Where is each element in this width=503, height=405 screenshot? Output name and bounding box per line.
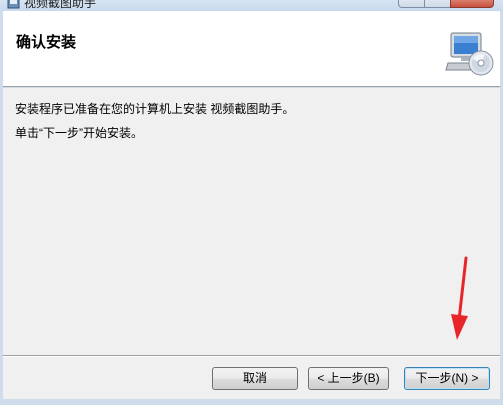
close-button[interactable] bbox=[450, 0, 494, 8]
window-title: 视频截图助手 bbox=[24, 0, 97, 10]
back-button[interactable]: < 上一步(B) bbox=[308, 367, 389, 390]
minimize-button[interactable] bbox=[398, 0, 425, 8]
next-button[interactable]: 下一步(N) > bbox=[404, 367, 490, 390]
ready-message: 安装程序已准备在您的计算机上安装 视频截图助手。 bbox=[15, 102, 295, 116]
window-title-bar[interactable]: 视频截图助手 bbox=[0, 0, 503, 11]
window-bottom-frame bbox=[0, 399, 503, 405]
footer-button-bar: 取消 < 上一步(B) 下一步(N) > bbox=[3, 357, 500, 399]
annotation-arrow-icon bbox=[451, 256, 468, 340]
instruction-message: 单击“下一步”开始安装。 bbox=[15, 126, 143, 140]
page-title: 确认安装 bbox=[16, 34, 77, 51]
maximize-button[interactable] bbox=[424, 0, 451, 8]
computer-disc-icon bbox=[445, 32, 494, 76]
app-installer-icon bbox=[7, 0, 20, 9]
header-banner: 确认安装 bbox=[3, 11, 500, 87]
content-area: 安装程序已准备在您的计算机上安装 视频截图助手。 单击“下一步”开始安装。 bbox=[3, 88, 500, 355]
cancel-button[interactable]: 取消 bbox=[212, 367, 298, 390]
